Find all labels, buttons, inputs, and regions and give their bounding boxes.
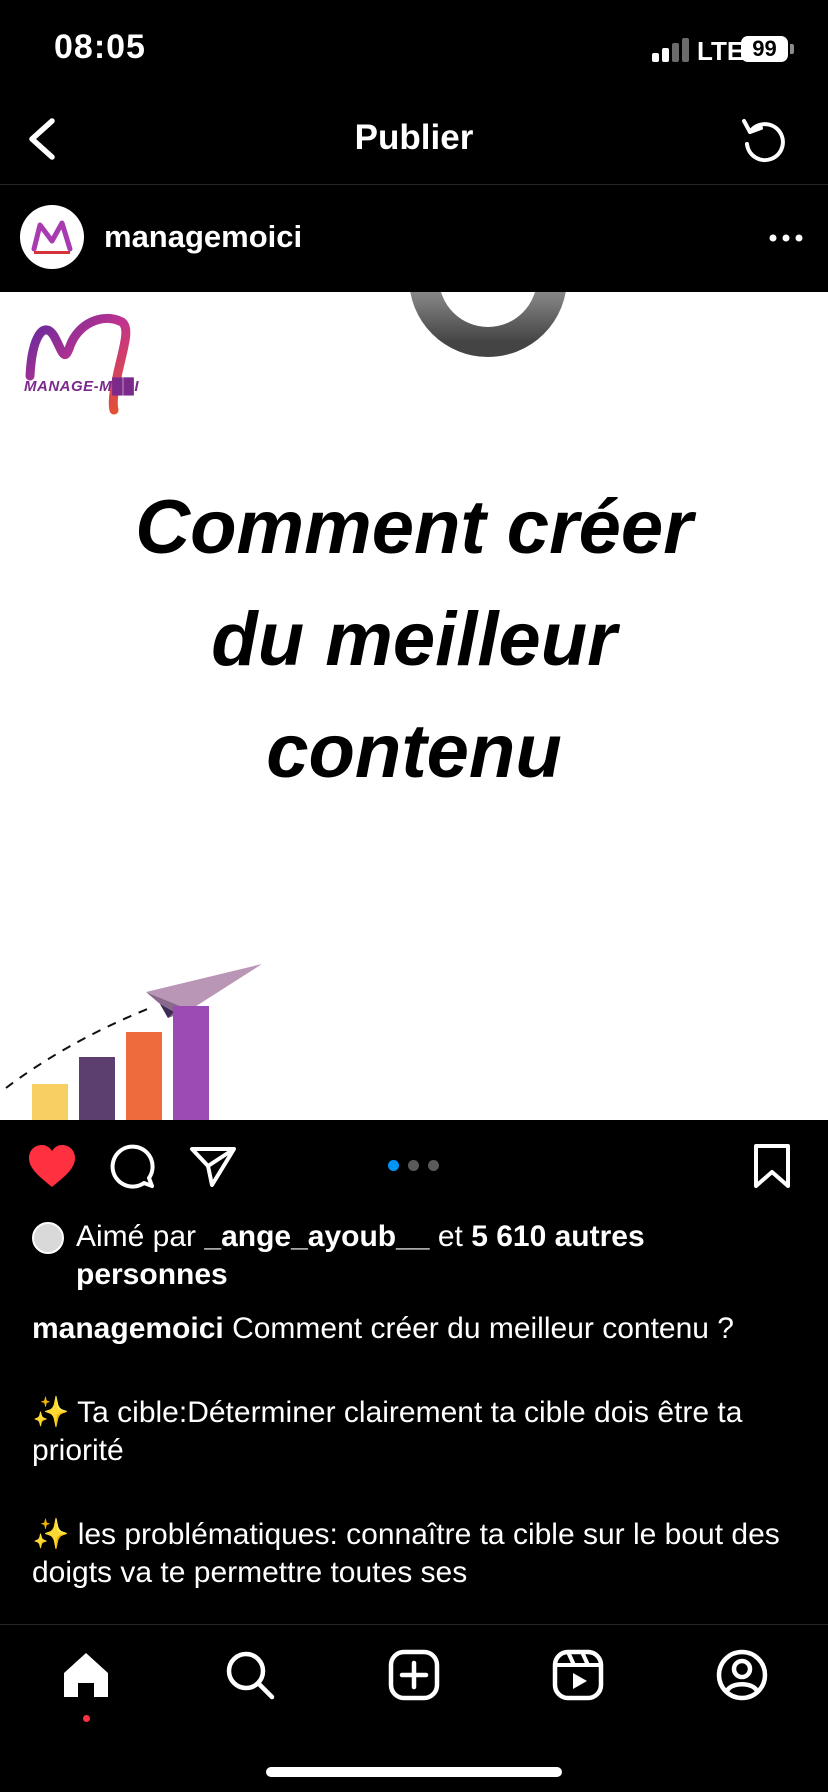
headline-line: du meilleur — [211, 597, 617, 682]
likes-text: Aimé par _ange_ayoub__ et 5 610 autres p… — [32, 1218, 802, 1294]
post-headline: Comment créer du meilleur contenu — [0, 472, 828, 808]
caption-line: ✨ les problématiques: connaître ta cible… — [32, 1518, 780, 1589]
brand-name: MANAGE-M██I — [24, 378, 140, 395]
comment-icon[interactable] — [108, 1142, 156, 1190]
bottom-tab-bar — [0, 1624, 828, 1792]
avatar[interactable] — [20, 205, 84, 269]
share-icon[interactable] — [188, 1142, 238, 1190]
home-indicator — [266, 1767, 562, 1777]
signal-icon — [652, 36, 692, 62]
heart-filled-icon[interactable] — [26, 1142, 78, 1190]
profile-icon[interactable] — [714, 1647, 770, 1703]
likes-summary[interactable]: Aimé par _ange_ayoub__ et 5 610 autres p… — [32, 1218, 802, 1294]
brand-logo-icon — [25, 313, 131, 415]
caption-line: ✨ Ta cible:Déterminer clairement ta cibl… — [32, 1396, 743, 1467]
more-horizontal-icon[interactable] — [766, 223, 806, 253]
instagram-post-screen: 08:05 LTE 99 Publier managemoici MANAGE-… — [0, 0, 828, 1792]
post-caption: managemoici Comment créer du meilleur co… — [32, 1310, 802, 1638]
headline-line: Comment créer — [135, 485, 693, 570]
status-bar: 08:05 LTE 99 — [0, 0, 828, 100]
carousel-dot — [428, 1160, 439, 1171]
page-title: Publier — [354, 118, 474, 157]
liker-username[interactable]: _ange_ayoub__ — [204, 1220, 429, 1253]
caption-username[interactable]: managemoici — [32, 1312, 224, 1345]
reels-icon[interactable] — [550, 1647, 606, 1703]
home-icon[interactable] — [58, 1647, 114, 1703]
post-action-bar — [0, 1120, 828, 1212]
refresh-icon[interactable] — [738, 114, 790, 166]
battery-tip — [790, 44, 794, 54]
carousel-dot — [388, 1160, 399, 1171]
post-username[interactable]: managemoici — [104, 219, 302, 255]
search-icon[interactable] — [222, 1647, 278, 1703]
carousel-dot — [408, 1160, 419, 1171]
caption-first: managemoici Comment créer du meilleur co… — [32, 1310, 802, 1348]
status-time: 08:05 — [54, 28, 146, 66]
decorative-ring — [410, 292, 566, 357]
nav-header: Publier — [0, 100, 828, 185]
bookmark-icon[interactable] — [752, 1142, 792, 1190]
caption-line: Comment créer du meilleur contenu ? — [232, 1312, 734, 1345]
brand-logo-icon — [31, 220, 73, 254]
likes-prefix: Aimé par — [76, 1220, 205, 1253]
growth-chart-illustration — [5, 964, 262, 1120]
liker-avatar — [32, 1222, 64, 1254]
headline-line: contenu — [266, 709, 562, 794]
create-icon[interactable] — [386, 1647, 442, 1703]
carousel-indicator — [388, 1160, 448, 1172]
post-image[interactable]: MANAGE-M██I Comment créer du meilleur co… — [0, 292, 828, 1120]
network-type: LTE — [697, 36, 745, 66]
active-tab-indicator — [83, 1715, 90, 1722]
post-header: managemoici — [0, 185, 828, 292]
battery-icon: 99 — [741, 36, 788, 62]
likes-conjunction: et — [429, 1220, 472, 1253]
